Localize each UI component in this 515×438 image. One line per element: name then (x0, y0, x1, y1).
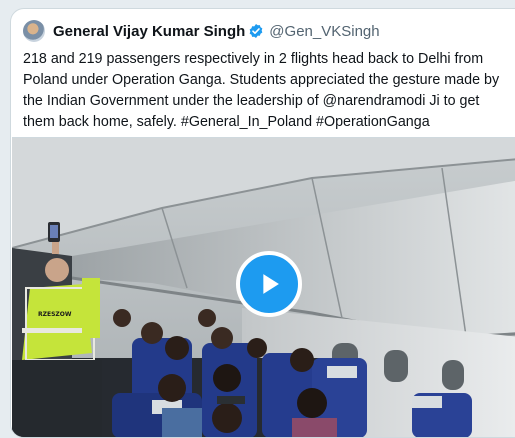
display-name[interactable]: General Vijay Kumar Singh (53, 23, 245, 40)
play-icon (263, 274, 279, 294)
tweet-text: 218 and 219 passengers respectively in 2… (23, 51, 500, 130)
user-handle[interactable]: @Gen_VKSingh (269, 23, 379, 40)
tweet-card[interactable]: General Vijay Kumar Singh @Gen_VKSingh 2… (10, 8, 515, 438)
video-thumbnail[interactable]: RZESZOW (12, 137, 515, 437)
play-button[interactable] (236, 251, 302, 317)
avatar[interactable] (23, 20, 45, 42)
vest-text: RZESZOW (38, 311, 72, 318)
tweet-header: General Vijay Kumar Singh @Gen_VKSingh (23, 19, 380, 43)
verified-badge-icon (249, 24, 263, 38)
